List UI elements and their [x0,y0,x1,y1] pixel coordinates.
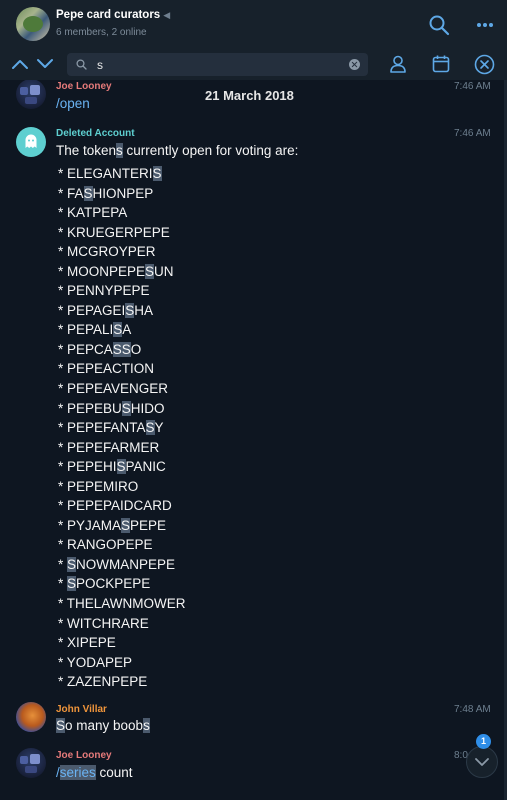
user-filter-icon[interactable] [388,54,408,74]
search-highlight: s [116,143,123,158]
token-list-item: * WITCHRARE [58,615,149,631]
token-list-item: * ZAZENPEPE [58,674,148,690]
avatar[interactable] [16,702,46,732]
token-list-item: * YODAPEP [58,654,133,670]
unread-badge: 1 [476,734,491,749]
search-highlight: SS [112,341,131,357]
token-list-item: * PEPALISA [58,322,132,338]
token-list-item: * ELEGANTERIS [58,166,162,181]
search-highlight: S [113,322,123,338]
clear-icon[interactable] [349,59,360,70]
token-list-item: * KATPEPA [58,205,128,221]
message-text[interactable]: /open [56,96,90,111]
message-text[interactable]: The tokens currently open for voting are… [56,143,298,158]
search-highlight: S [67,556,77,572]
group-avatar[interactable] [16,7,50,41]
message-time: 7:46 AM [454,128,491,139]
token-list-item: * XIPEPE [58,635,116,651]
token-list-item: * PEPEHISPANIC [58,459,166,475]
token-list-item: * SNOWMANPEPE [58,556,176,572]
token-list-item: * PEPEAVENGER [58,381,169,397]
token-list-item: * KRUEGERPEPE [58,224,170,240]
chat-title[interactable]: Pepe card curators [56,9,160,21]
mute-icon: ◀ [163,9,171,20]
message-list[interactable]: Joe Looney 7:46 AM /open 21 March 2018 D… [0,80,507,800]
search-highlight: S [67,576,77,592]
chevron-down-icon [475,758,489,766]
search-highlight: S [121,517,131,533]
token-list-item: * FASHIONPEP [58,185,154,201]
token-list-item: * PEPEBUSHIDO [58,400,165,416]
search-highlight: S [145,263,155,279]
token-list-item: * PYJAMASPEPE [58,517,167,533]
search-input[interactable] [97,56,337,73]
search-field[interactable] [67,53,368,76]
token-list-item: * MOONPEPESUN [58,263,174,279]
more-vertical-icon[interactable] [474,14,496,36]
search-highlight: S [125,302,135,318]
search-highlight: series [59,765,96,780]
token-list-item: * THELAWNMOWER [58,596,186,612]
token-list-item: * PEPAGEISHA [58,302,154,318]
token-list-item: * MCGROYPER [58,244,156,260]
search-highlight: s [143,718,150,733]
search-bar [0,50,507,80]
scroll-to-bottom-button[interactable] [466,746,498,778]
token-list-item: * PEPEMIRO [58,478,139,494]
ghost-icon [25,134,37,148]
sender-name[interactable]: Deleted Account [56,128,135,139]
search-highlight: S [56,718,66,733]
chat-header: Pepe card curators ◀ 6 members, 2 online [0,0,507,50]
token-list-item: * SPOCKPEPE [58,576,151,592]
search-highlight: S [83,185,93,201]
search-highlight: S [152,166,162,181]
chat-title-row[interactable]: Pepe card curators ◀ [56,9,170,21]
token-list-item: * PEPCASSO [58,341,142,357]
close-icon[interactable] [474,54,495,75]
sender-name[interactable]: Joe Looney [56,750,112,761]
avatar[interactable] [16,748,46,778]
date-label: 21 March 2018 [205,88,294,103]
search-highlight: S [145,420,155,436]
members-status: 6 members, 2 online [56,27,147,38]
token-list: * ELEGANTERIS * FASHIONPEP * KATPEPA * KRUE… [58,164,186,692]
token-list-item: * PENNYPEPE [58,283,150,299]
chevron-up-icon[interactable] [11,56,29,72]
token-list-item: * PEPEFANTASY [58,420,164,436]
calendar-icon[interactable] [431,54,451,74]
message-text[interactable]: So many boobs [56,718,150,733]
avatar[interactable] [16,127,46,157]
message-time: 7:48 AM [454,704,491,715]
token-list-item: * RANGOPEPE [58,537,153,553]
token-list-item: * PEPEACTION [58,361,155,377]
search-icon[interactable] [428,14,450,36]
search-highlight: S [121,400,131,416]
token-list-item: * PEPEPAIDCARD [58,498,172,514]
message-time: 7:46 AM [454,81,491,92]
avatar[interactable] [16,80,46,109]
search-highlight: S [116,459,126,475]
search-icon [76,59,87,70]
message-text[interactable]: /series count [56,765,133,780]
chevron-down-icon[interactable] [36,56,54,72]
sender-name[interactable]: John Villar [56,704,107,715]
sender-name[interactable]: Joe Looney [56,81,112,92]
token-list-item: * PEPEFARMER [58,439,160,455]
